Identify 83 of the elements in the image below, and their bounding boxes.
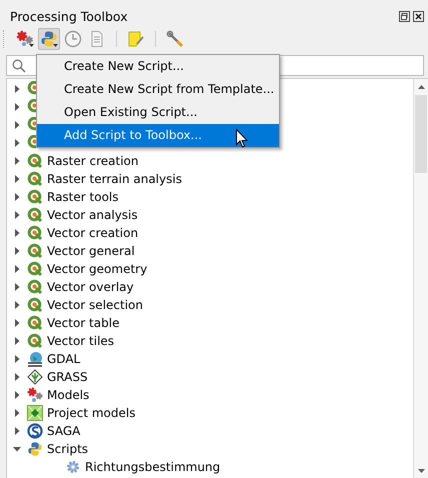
tree-item[interactable]: Vector geometry bbox=[47, 262, 148, 276]
expand-arrow-icon[interactable] bbox=[13, 337, 21, 345]
grass-icon bbox=[27, 369, 43, 385]
search-icon bbox=[12, 58, 26, 72]
menu-item[interactable]: Add Script to Toolbox... bbox=[37, 124, 279, 147]
expand-arrow-icon[interactable] bbox=[13, 301, 21, 309]
tree-item[interactable]: Project models bbox=[47, 406, 136, 420]
note-icon bbox=[127, 30, 145, 48]
tree-item[interactable]: Vector analysis bbox=[47, 208, 138, 222]
menu-item[interactable]: Open Existing Script... bbox=[37, 101, 279, 124]
globe-icon bbox=[27, 351, 43, 367]
scripts-button[interactable] bbox=[38, 28, 60, 50]
scroll-up-icon[interactable] bbox=[418, 85, 424, 89]
q-logo-icon bbox=[27, 153, 43, 169]
q-logo-icon bbox=[27, 171, 43, 187]
expand-arrow-icon[interactable] bbox=[13, 319, 21, 327]
scroll-down-icon[interactable] bbox=[418, 469, 424, 473]
tree-item[interactable]: Vector creation bbox=[47, 226, 138, 240]
q-logo-icon bbox=[27, 135, 36, 149]
q-logo-icon bbox=[27, 333, 43, 349]
python-icon bbox=[27, 441, 43, 457]
float-icon[interactable] bbox=[399, 10, 410, 22]
expand-arrow-icon[interactable] bbox=[13, 355, 21, 363]
tree-item[interactable]: SAGA bbox=[47, 424, 80, 438]
s-logo-icon bbox=[27, 423, 43, 439]
history-button[interactable] bbox=[62, 28, 84, 50]
clock-icon bbox=[64, 30, 82, 48]
caret-icon bbox=[53, 44, 58, 47]
q-logo-icon bbox=[27, 279, 43, 295]
model-map-icon bbox=[27, 405, 43, 421]
expand-arrow-icon[interactable] bbox=[13, 157, 21, 165]
expand-arrow-icon[interactable] bbox=[13, 229, 21, 237]
expand-arrow-icon[interactable] bbox=[13, 445, 21, 453]
tree-item[interactable]: Vector selection bbox=[47, 298, 143, 312]
q-logo-icon bbox=[27, 261, 43, 277]
menu-item[interactable]: Create New Script from Template... bbox=[37, 78, 279, 101]
expand-arrow-icon[interactable] bbox=[13, 193, 21, 201]
panel-title: Processing Toolbox bbox=[10, 8, 128, 24]
expand-arrow-icon[interactable] bbox=[13, 283, 21, 291]
tree-item[interactable]: GDAL bbox=[47, 352, 80, 366]
gears-icon bbox=[27, 387, 43, 403]
expand-arrow-icon[interactable] bbox=[13, 139, 21, 147]
mouse-cursor-icon bbox=[236, 129, 248, 148]
expand-arrow-icon[interactable] bbox=[13, 85, 21, 93]
python-icon bbox=[40, 30, 58, 48]
expand-arrow-icon[interactable] bbox=[13, 373, 21, 381]
expand-arrow-icon[interactable] bbox=[13, 427, 21, 435]
expand-arrow-icon[interactable] bbox=[13, 409, 21, 417]
tree-item[interactable]: Richtungsbestimmung bbox=[85, 460, 220, 474]
scrollbar-thumb[interactable] bbox=[415, 95, 427, 173]
wrench-icon bbox=[166, 30, 184, 48]
tree-item[interactable]: Vector tiles bbox=[47, 334, 114, 348]
gear-icon bbox=[65, 459, 81, 475]
gears-icon bbox=[16, 30, 34, 48]
expand-arrow-icon[interactable] bbox=[13, 121, 21, 129]
options-button[interactable] bbox=[164, 28, 186, 50]
tree-item[interactable]: Models bbox=[47, 388, 90, 402]
q-logo-icon bbox=[27, 117, 36, 131]
tree-item[interactable]: Raster creation bbox=[47, 154, 139, 168]
q-logo-icon bbox=[27, 243, 43, 259]
scrollbar[interactable] bbox=[413, 79, 428, 478]
expand-arrow-icon[interactable] bbox=[13, 175, 21, 183]
close-icon[interactable] bbox=[413, 10, 424, 22]
expand-arrow-icon[interactable] bbox=[13, 211, 21, 219]
q-logo-icon bbox=[27, 315, 43, 331]
tree-item[interactable]: Vector general bbox=[47, 244, 135, 258]
menu-item[interactable]: Create New Script... bbox=[37, 55, 279, 78]
tree-item[interactable]: Raster tools bbox=[47, 190, 118, 204]
tree-item[interactable]: Vector overlay bbox=[47, 280, 134, 294]
q-logo-icon bbox=[27, 189, 43, 205]
q-logo-icon bbox=[27, 207, 43, 223]
q-logo-icon bbox=[27, 81, 36, 95]
expand-arrow-icon[interactable] bbox=[13, 103, 21, 111]
expand-arrow-icon[interactable] bbox=[13, 265, 21, 273]
q-logo-icon bbox=[27, 225, 43, 241]
expand-arrow-icon[interactable] bbox=[13, 247, 21, 255]
q-logo-icon bbox=[27, 297, 43, 313]
tree-item[interactable]: GRASS bbox=[47, 370, 88, 384]
q-logo-icon bbox=[27, 99, 36, 113]
tree-item[interactable]: Scripts bbox=[47, 442, 88, 456]
expand-arrow-icon[interactable] bbox=[13, 391, 21, 399]
tree-item[interactable]: Raster terrain analysis bbox=[47, 172, 182, 186]
tree-item[interactable]: Vector table bbox=[47, 316, 120, 330]
